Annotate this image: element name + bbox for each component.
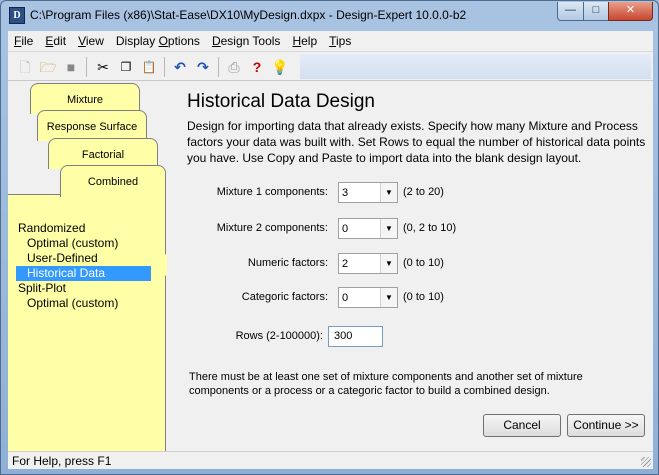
tree-randomized[interactable]: Randomized bbox=[18, 221, 151, 236]
help-question-icon[interactable]: ? bbox=[248, 58, 266, 76]
tree-user-defined[interactable]: User-Defined bbox=[18, 251, 151, 266]
toolbar: 🗋 🗁 ■ ✂ ❐ 📋 ↶ ↷ ⎙ ? 💡 bbox=[8, 51, 653, 81]
copy-icon[interactable]: ❐ bbox=[117, 58, 135, 76]
menu-bar: File Edit View Display Options Design To… bbox=[8, 31, 653, 51]
page-title: Historical Data Design bbox=[187, 91, 375, 112]
app-window: D C:\Program Files (x86)\Stat-Ease\DX10\… bbox=[0, 0, 659, 475]
mixture2-select[interactable]: 0 ▼ bbox=[338, 218, 398, 239]
toolbar-empty-area bbox=[300, 54, 651, 79]
mixture1-label: Mixture 1 components: bbox=[216, 186, 328, 198]
design-type-panel: Randomized Optimal (custom) User-Defined… bbox=[8, 194, 166, 451]
mixture2-label: Mixture 2 components: bbox=[216, 222, 328, 234]
new-file-icon[interactable]: 🗋 bbox=[16, 58, 34, 76]
categoric-range: (0 to 10) bbox=[403, 291, 444, 303]
toolbar-separator bbox=[86, 57, 87, 77]
tree-historical-data[interactable]: Historical Data bbox=[16, 266, 151, 281]
cut-icon[interactable]: ✂ bbox=[94, 58, 112, 76]
categoric-label: Categoric factors: bbox=[241, 291, 328, 303]
tab-factorial-label: Factorial bbox=[81, 149, 125, 161]
mixture1-value: 3 bbox=[342, 187, 349, 199]
combined-design-note: There must be at least one set of mixtur… bbox=[189, 371, 583, 397]
undo-icon[interactable]: ↶ bbox=[171, 58, 189, 76]
mixture2-range: (0, 2 to 10) bbox=[403, 222, 457, 234]
chevron-down-icon[interactable]: ▼ bbox=[380, 183, 397, 202]
minimize-button[interactable]: — bbox=[557, 2, 584, 21]
lightbulb-tips-icon[interactable]: 💡 bbox=[271, 58, 289, 76]
rows-input[interactable]: 300 bbox=[328, 326, 383, 347]
menu-edit[interactable]: Edit bbox=[39, 34, 72, 48]
redo-icon[interactable]: ↷ bbox=[194, 58, 212, 76]
design-tree: Randomized Optimal (custom) User-Defined… bbox=[16, 221, 151, 311]
print-icon[interactable]: ⎙ bbox=[225, 58, 243, 76]
tree-split-plot-optimal-custom[interactable]: Optimal (custom) bbox=[18, 296, 151, 311]
tree-split-plot[interactable]: Split-Plot bbox=[18, 281, 151, 296]
main-panel: Historical Data Design Design for import… bbox=[176, 81, 653, 451]
window-title: C:\Program Files (x86)\Stat-Ease\DX10\My… bbox=[30, 8, 467, 22]
maximize-icon: □ bbox=[592, 4, 600, 16]
chevron-down-icon[interactable]: ▼ bbox=[380, 219, 397, 238]
close-icon: ✕ bbox=[625, 4, 636, 16]
client-area: Mixture Response Surface Factorial Rando… bbox=[8, 81, 653, 451]
menu-file[interactable]: File bbox=[8, 34, 39, 48]
toolbar-separator bbox=[218, 57, 219, 77]
status-text: For Help, press F1 bbox=[12, 454, 112, 468]
numeric-row: Numeric factors: 2 ▼ (0 to 10) bbox=[176, 253, 653, 275]
tab-combined[interactable]: Combined bbox=[60, 165, 166, 197]
open-folder-icon[interactable]: 🗁 bbox=[39, 58, 57, 76]
save-icon[interactable]: ■ bbox=[62, 58, 80, 76]
cancel-button[interactable]: Cancel bbox=[483, 414, 561, 437]
toolbar-separator bbox=[164, 57, 165, 77]
tab-response-surface-label: Response Surface bbox=[46, 121, 138, 133]
continue-button[interactable]: Continue >> bbox=[567, 414, 645, 437]
tab-mixture-label: Mixture bbox=[66, 94, 104, 106]
rows-label: Rows (2-100000): bbox=[235, 330, 323, 342]
maximize-button[interactable]: □ bbox=[583, 2, 609, 21]
chevron-down-icon[interactable]: ▼ bbox=[380, 254, 397, 273]
tab-response-surface[interactable]: Response Surface bbox=[37, 110, 147, 141]
menu-view[interactable]: View bbox=[72, 34, 110, 48]
rows-row: Rows (2-100000): 300 bbox=[176, 326, 653, 348]
menu-tips[interactable]: Tips bbox=[323, 34, 357, 48]
selection-pointer bbox=[154, 253, 167, 277]
menu-help[interactable]: Help bbox=[286, 34, 323, 48]
mixture1-row: Mixture 1 components: 3 ▼ (2 to 20) bbox=[176, 182, 653, 204]
close-button[interactable]: ✕ bbox=[608, 2, 653, 21]
design-description: Design for importing data that already e… bbox=[187, 119, 646, 165]
mixture1-range: (2 to 20) bbox=[403, 186, 444, 198]
numeric-select[interactable]: 2 ▼ bbox=[338, 253, 398, 274]
menu-display-options[interactable]: Display Options bbox=[110, 34, 206, 48]
paste-icon[interactable]: 📋 bbox=[140, 58, 158, 76]
categoric-select[interactable]: 0 ▼ bbox=[338, 287, 398, 308]
numeric-label: Numeric factors: bbox=[247, 257, 328, 269]
minimize-icon: — bbox=[565, 4, 576, 16]
tree-optimal-custom[interactable]: Optimal (custom) bbox=[18, 236, 151, 251]
numeric-value: 2 bbox=[342, 258, 349, 270]
status-bar: For Help, press F1 bbox=[8, 451, 653, 469]
mixture2-row: Mixture 2 components: 0 ▼ (0, 2 to 10) bbox=[176, 218, 653, 240]
chevron-down-icon[interactable]: ▼ bbox=[380, 288, 397, 307]
tab-combined-label: Combined bbox=[87, 176, 139, 188]
menu-design-tools[interactable]: Design Tools bbox=[206, 34, 287, 48]
categoric-row: Categoric factors: 0 ▼ (0 to 10) bbox=[176, 287, 653, 309]
mixture2-value: 0 bbox=[342, 223, 349, 235]
resize-grip-icon[interactable] bbox=[641, 457, 651, 467]
numeric-range: (0 to 10) bbox=[403, 257, 444, 269]
mixture1-select[interactable]: 3 ▼ bbox=[338, 182, 398, 203]
title-bar[interactable]: D C:\Program Files (x86)\Stat-Ease\DX10\… bbox=[1, 1, 658, 31]
app-icon[interactable]: D bbox=[9, 7, 25, 24]
design-sidebar: Mixture Response Surface Factorial Rando… bbox=[8, 81, 167, 451]
categoric-value: 0 bbox=[342, 292, 349, 304]
